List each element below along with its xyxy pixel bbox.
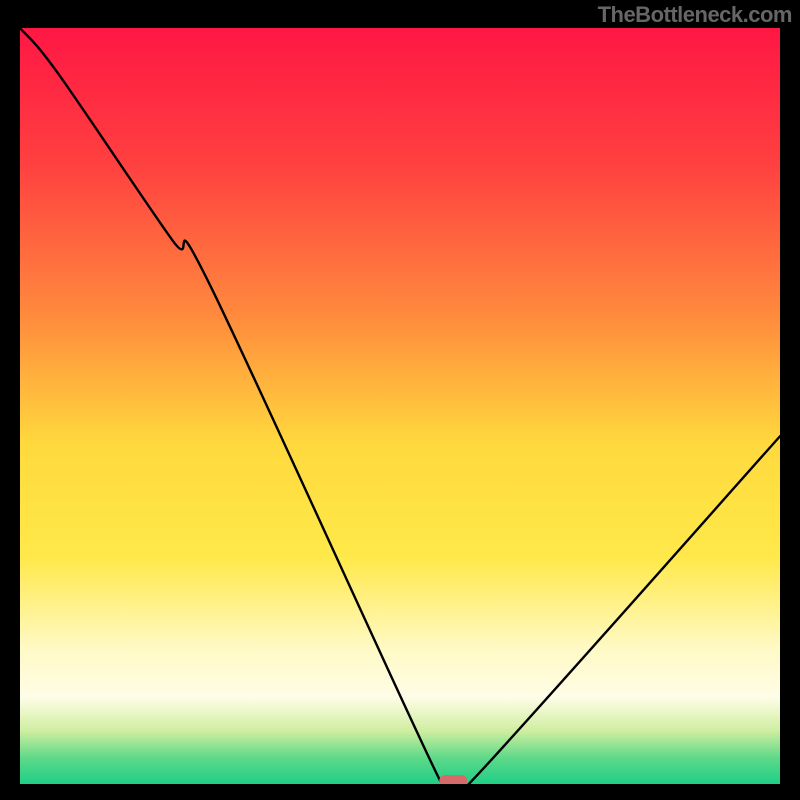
plot-background [20, 28, 780, 784]
plot-svg [20, 28, 780, 784]
optimal-marker [439, 775, 467, 784]
watermark-text: TheBottleneck.com [598, 2, 792, 28]
chart-container: TheBottleneck.com [0, 0, 800, 800]
plot-frame [20, 28, 780, 784]
